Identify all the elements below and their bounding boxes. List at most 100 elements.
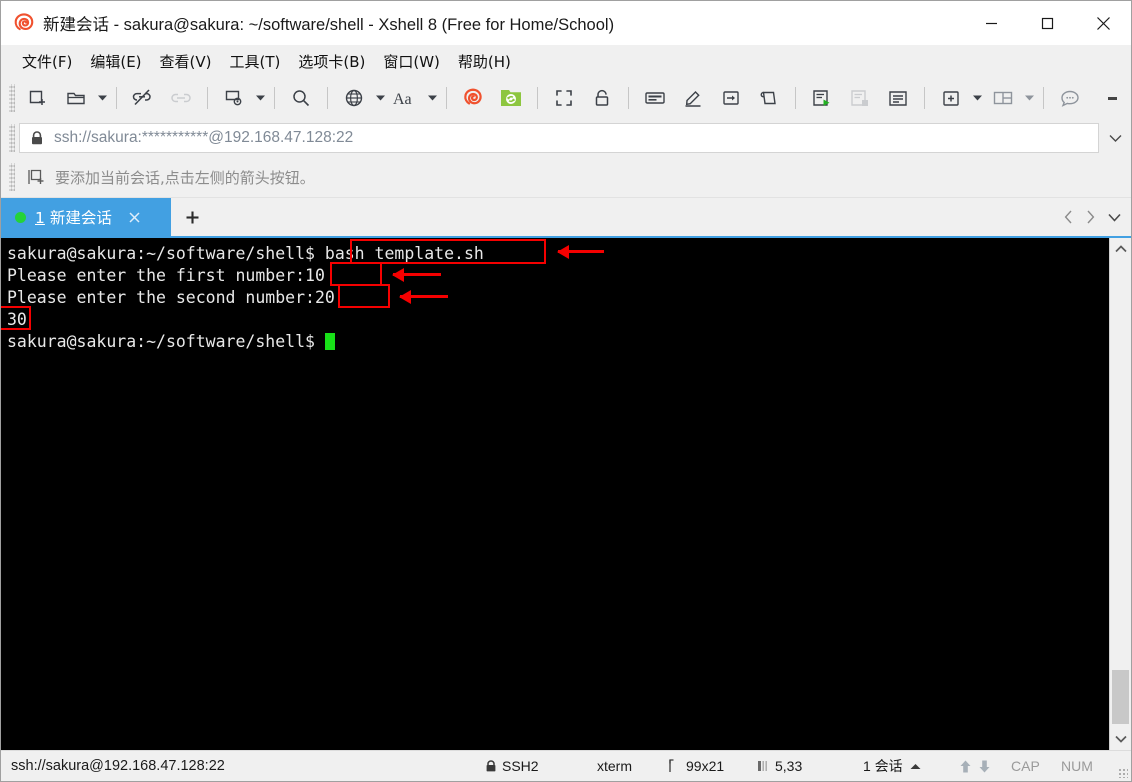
resize-grip[interactable] bbox=[1118, 768, 1128, 778]
hint-bar-grip[interactable] bbox=[9, 163, 15, 191]
window-controls bbox=[963, 1, 1131, 45]
tab-list-button[interactable] bbox=[1101, 198, 1127, 236]
address-input[interactable]: ssh://sakura:***********@192.168.47.128:… bbox=[19, 123, 1099, 153]
menu-window[interactable]: 窗口(W) bbox=[374, 48, 449, 75]
address-dropdown-button[interactable] bbox=[1099, 123, 1131, 153]
status-sessions[interactable]: 1 会话 bbox=[863, 756, 921, 776]
bookmark-hint-bar: 要添加当前会话,点击左侧的箭头按钮。 bbox=[1, 157, 1131, 198]
bookmark-hint-text: 要添加当前会话,点击左侧的箭头按钮。 bbox=[55, 168, 315, 187]
toolbar-separator bbox=[537, 87, 538, 109]
scroll-thumb[interactable] bbox=[1112, 670, 1129, 724]
add-tab-button[interactable] bbox=[171, 198, 213, 236]
tab-prev-button[interactable] bbox=[1057, 198, 1079, 236]
status-sessions-label: 1 会话 bbox=[863, 758, 903, 774]
chevron-down-icon bbox=[972, 95, 982, 101]
title-bar: 新建会话 - sakura@sakura: ~/software/shell -… bbox=[1, 1, 1131, 45]
encoding-caret[interactable] bbox=[373, 83, 387, 113]
status-terminal-type: xterm bbox=[597, 758, 632, 774]
xshell-spiral-logo bbox=[14, 13, 34, 31]
window-title: 新建会话 - sakura@sakura: ~/software/shell -… bbox=[43, 16, 615, 34]
encoding-globe-icon bbox=[345, 89, 363, 107]
xshell-logo-icon bbox=[464, 88, 482, 105]
chevron-right-icon bbox=[1086, 210, 1094, 224]
stop-log-button[interactable] bbox=[841, 83, 879, 113]
xftp-transfer-icon bbox=[501, 90, 521, 106]
chevron-up-icon bbox=[910, 763, 921, 769]
new-tab-caret[interactable] bbox=[970, 83, 984, 113]
open-session-caret[interactable] bbox=[95, 83, 109, 113]
status-bar: ssh://sakura@192.168.47.128:22 SSH2 xter… bbox=[1, 750, 1131, 781]
maximize-button[interactable] bbox=[1019, 1, 1075, 45]
session-properties-icon bbox=[225, 90, 242, 106]
address-bar-grip[interactable] bbox=[9, 124, 15, 152]
menu-edit[interactable]: 编辑(E) bbox=[81, 48, 150, 75]
screen-size-icon bbox=[669, 759, 674, 772]
lock-session-button[interactable] bbox=[583, 83, 621, 113]
close-button[interactable] bbox=[1075, 1, 1131, 45]
highlight-button[interactable] bbox=[674, 83, 712, 113]
disconnect-button[interactable] bbox=[124, 83, 162, 113]
tab-session-1[interactable]: 1 新建会话 bbox=[1, 198, 171, 236]
reconnect-button[interactable] bbox=[162, 83, 200, 113]
menu-tools[interactable]: 工具(T) bbox=[221, 48, 290, 75]
send-key-button[interactable] bbox=[712, 83, 750, 113]
maximize-icon bbox=[1041, 17, 1053, 29]
start-log-icon bbox=[813, 90, 830, 106]
session-properties-button[interactable] bbox=[215, 83, 253, 113]
split-layout-caret[interactable] bbox=[1022, 83, 1036, 113]
compose-bar-button[interactable] bbox=[636, 83, 674, 113]
xshell-button[interactable] bbox=[454, 83, 492, 113]
terminal-cursor bbox=[324, 333, 335, 350]
font-size-button[interactable]: Aa bbox=[387, 83, 425, 113]
menu-tabs[interactable]: 选项卡(B) bbox=[289, 48, 374, 75]
open-session-button[interactable] bbox=[57, 83, 95, 113]
minimize-button[interactable] bbox=[963, 1, 1019, 45]
tab-bar-nav bbox=[1057, 198, 1127, 236]
tab-close-button[interactable] bbox=[126, 208, 144, 226]
menu-view[interactable]: 查看(V) bbox=[151, 48, 221, 75]
terminal-line: Please enter the second number:20 bbox=[7, 288, 335, 307]
font-size-caret[interactable] bbox=[425, 83, 439, 113]
fullscreen-button[interactable] bbox=[545, 83, 583, 113]
tab-next-button[interactable] bbox=[1079, 198, 1101, 236]
split-layout-button[interactable] bbox=[984, 83, 1022, 113]
status-size: 99x21 bbox=[669, 758, 724, 774]
scroll-down-button[interactable] bbox=[1110, 728, 1131, 750]
xftp-button[interactable] bbox=[492, 83, 530, 113]
address-bar: ssh://sakura:***********@192.168.47.128:… bbox=[1, 119, 1131, 157]
terminal-scrollbar[interactable] bbox=[1109, 238, 1131, 750]
status-num-lock: NUM bbox=[1061, 758, 1093, 774]
toolbar-overflow-button[interactable] bbox=[1101, 83, 1123, 113]
toolbar-separator bbox=[924, 87, 925, 109]
add-to-bookmark-icon[interactable] bbox=[27, 168, 47, 186]
scroll-up-button[interactable] bbox=[1110, 238, 1131, 260]
start-log-button[interactable] bbox=[803, 83, 841, 113]
view-log-button[interactable] bbox=[879, 83, 917, 113]
tab-bar: 1 新建会话 bbox=[1, 198, 1131, 236]
chevron-down-icon bbox=[427, 95, 437, 101]
menu-help[interactable]: 帮助(H) bbox=[449, 48, 520, 75]
terminal-screen[interactable]: sakura@sakura:~/software/shell$ bash tem… bbox=[1, 238, 1109, 750]
chat-button[interactable] bbox=[1051, 83, 1089, 113]
status-cursor: 5,33 bbox=[757, 758, 802, 774]
scroll-track[interactable] bbox=[1110, 260, 1131, 728]
find-button[interactable] bbox=[282, 83, 320, 113]
tab-label: 1 新建会话 bbox=[35, 206, 112, 228]
new-tab-button[interactable] bbox=[932, 83, 970, 113]
xshell-window: 新建会话 - sakura@sakura: ~/software/shell -… bbox=[0, 0, 1132, 782]
toolbar-separator bbox=[116, 87, 117, 109]
status-security: SSH2 bbox=[485, 758, 539, 774]
encoding-button[interactable] bbox=[335, 83, 373, 113]
chevron-up-icon bbox=[1114, 245, 1127, 253]
status-size-label: 99x21 bbox=[686, 758, 725, 774]
new-session-button[interactable] bbox=[19, 83, 57, 113]
toolbar-separator bbox=[1043, 87, 1044, 109]
toolbar-grip[interactable] bbox=[9, 84, 15, 112]
session-properties-caret[interactable] bbox=[253, 83, 267, 113]
lock-icon bbox=[595, 89, 609, 106]
clear-screen-button[interactable] bbox=[750, 83, 788, 113]
plus-icon bbox=[186, 211, 198, 223]
status-cursor-label: 5,33 bbox=[775, 758, 803, 774]
menu-file[interactable]: 文件(F) bbox=[13, 48, 81, 75]
highlight-pen-icon bbox=[685, 91, 701, 107]
